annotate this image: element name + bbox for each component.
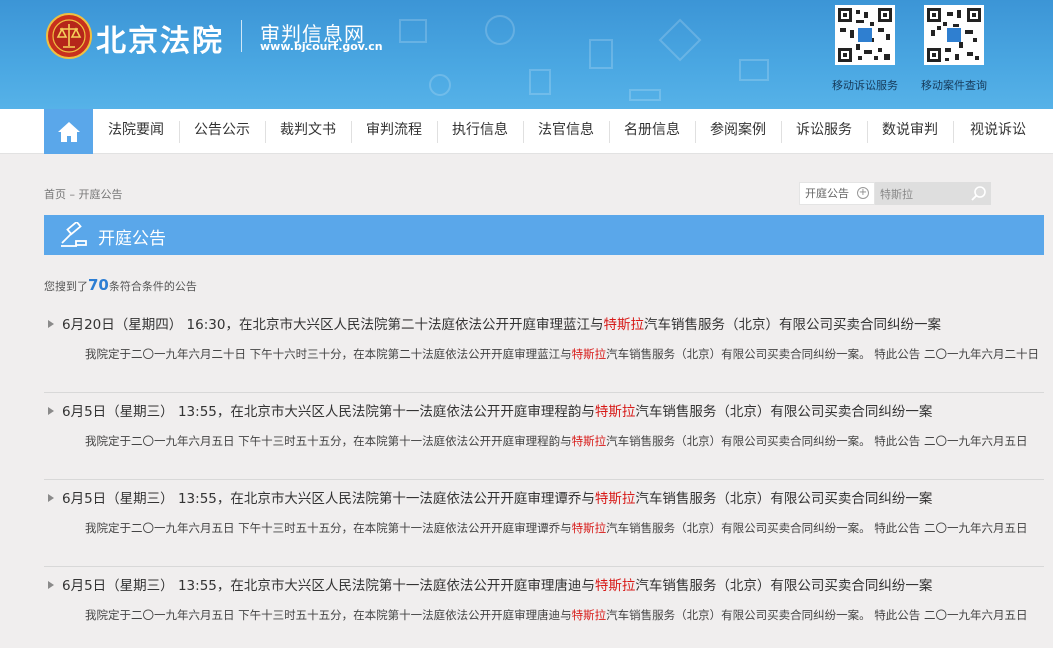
- qr-code-litigation-icon[interactable]: [835, 5, 895, 65]
- result-count-suffix: 条符合条件的公告: [108, 280, 197, 293]
- triangle-right-icon: [48, 320, 54, 328]
- nav-item-news[interactable]: 法院要闻: [93, 109, 179, 154]
- court-emblem-icon[interactable]: [46, 13, 92, 59]
- list-item: 6月5日（星期三） 13:55，在北京市大兴区人民法院第十一法庭依法公开开庭审理…: [44, 567, 1044, 648]
- result-count: 您搜到了70条符合条件的公告: [44, 276, 197, 294]
- list-item: 6月5日（星期三） 13:55，在北京市大兴区人民法院第十一法庭依法公开开庭审理…: [44, 393, 1044, 480]
- site-url: www.bjcourt.gov.cn: [260, 40, 383, 53]
- gavel-icon: [61, 222, 87, 247]
- nav-item-announcements[interactable]: 公告公示: [179, 109, 265, 154]
- qr-label-litigation[interactable]: 移动诉讼服务: [815, 77, 915, 93]
- site-name[interactable]: 北京法院: [96, 16, 224, 60]
- breadcrumb[interactable]: 首页 – 开庭公告: [44, 186, 123, 202]
- search-scope-select[interactable]: 开庭公告 +: [799, 182, 875, 205]
- list-item: 6月20日（星期四） 16:30，在北京市大兴区人民法院第二十法庭依法公开开庭审…: [44, 306, 1044, 393]
- list-item: 6月5日（星期三） 13:55，在北京市大兴区人民法院第十一法庭依法公开开庭审理…: [44, 480, 1044, 567]
- nav-item-enforcement[interactable]: 执行信息: [437, 109, 523, 154]
- main-nav: 法院要闻 公告公示 裁判文书 审判流程 执行信息 法官信息 名册信息 参阅案例 …: [0, 109, 1053, 154]
- site-header: 北京法院 审判信息网 www.bjcourt.gov.cn 移动诉讼服务 移动案…: [0, 0, 1053, 109]
- home-button[interactable]: [44, 109, 93, 154]
- nav-item-judges[interactable]: 法官信息: [523, 109, 609, 154]
- plus-circle-icon: +: [857, 187, 869, 199]
- home-icon: [57, 121, 80, 142]
- nav-item-litigation-services[interactable]: 诉讼服务: [781, 109, 867, 154]
- header-divider: [241, 20, 242, 52]
- section-header: 开庭公告: [44, 215, 1044, 255]
- search-scope-label: 开庭公告: [805, 187, 849, 200]
- nav-item-video-litigation[interactable]: 视说诉讼: [953, 109, 1043, 154]
- qr-label-case-query[interactable]: 移动案件查询: [904, 77, 1004, 93]
- nav-item-judgments[interactable]: 裁判文书: [265, 109, 351, 154]
- notice-headline[interactable]: 6月5日（星期三） 13:55，在北京市大兴区人民法院第十一法庭依法公开开庭审理…: [62, 574, 932, 594]
- triangle-right-icon: [48, 407, 54, 415]
- notice-headline[interactable]: 6月20日（星期四） 16:30，在北京市大兴区人民法院第二十法庭依法公开开庭审…: [62, 313, 941, 333]
- background-pattern: [399, 15, 769, 101]
- nav-item-reference-cases[interactable]: 参阅案例: [695, 109, 781, 154]
- notice-body: 我院定于二〇一九年六月二十日 下午十六时三十分，在本院第二十法庭依法公开开庭审理…: [85, 347, 1039, 361]
- triangle-right-icon: [48, 494, 54, 502]
- nav-item-registry[interactable]: 名册信息: [609, 109, 695, 154]
- search-icon[interactable]: [969, 184, 989, 203]
- notice-headline[interactable]: 6月5日（星期三） 13:55，在北京市大兴区人民法院第十一法庭依法公开开庭审理…: [62, 487, 932, 507]
- section-title: 开庭公告: [98, 229, 166, 249]
- result-count-number: 70: [88, 276, 109, 294]
- triangle-right-icon: [48, 581, 54, 589]
- nav-item-data-trials[interactable]: 数说审判: [867, 109, 953, 154]
- result-count-prefix: 您搜到了: [44, 280, 88, 293]
- qr-code-case-query-icon[interactable]: [924, 5, 984, 65]
- notice-body: 我院定于二〇一九年六月五日 下午十三时五十五分，在本院第十一法庭依法公开开庭审理…: [85, 608, 1028, 622]
- notice-body: 我院定于二〇一九年六月五日 下午十三时五十五分，在本院第十一法庭依法公开开庭审理…: [85, 521, 1028, 535]
- notice-list: 6月20日（星期四） 16:30，在北京市大兴区人民法院第二十法庭依法公开开庭审…: [44, 306, 1044, 648]
- notice-headline[interactable]: 6月5日（星期三） 13:55，在北京市大兴区人民法院第十一法庭依法公开开庭审理…: [62, 400, 932, 420]
- notice-body: 我院定于二〇一九年六月五日 下午十三时五十五分，在本院第十一法庭依法公开开庭审理…: [85, 434, 1028, 448]
- nav-item-trial-process[interactable]: 审判流程: [351, 109, 437, 154]
